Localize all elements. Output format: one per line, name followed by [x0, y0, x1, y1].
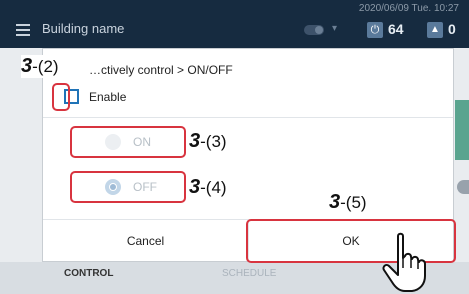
step-label-5: 3-(5): [329, 191, 367, 214]
chevron-down-icon[interactable]: ▾: [332, 23, 337, 34]
enable-label: Enable: [89, 90, 127, 104]
warning-icon: ▲: [427, 22, 443, 38]
step-suffix: -(5): [340, 193, 367, 212]
tab-control[interactable]: CONTROL: [64, 268, 113, 279]
warning-count: 0: [448, 21, 456, 37]
step-label-3: 3-(3): [189, 130, 227, 153]
toggle-icon[interactable]: [304, 25, 324, 35]
dialog-title: …ctively control > ON/OFF: [89, 63, 233, 77]
datetime: 2020/06/09 Tue. 10:27: [358, 3, 459, 14]
step-number: 3: [329, 191, 341, 213]
pointing-hand-icon: [382, 232, 426, 292]
side-panel-strip: [455, 100, 469, 160]
hamburger-menu-icon[interactable]: [16, 24, 30, 36]
step-label-2: 3-(2): [21, 55, 61, 78]
highlight-on-option: [70, 126, 186, 158]
step-label-4: 3-(4): [189, 176, 227, 199]
tab-schedule[interactable]: SCHEDULE: [222, 268, 276, 279]
on-count: 64: [388, 21, 404, 37]
step-suffix: -(4): [200, 178, 227, 197]
step-suffix: -(3): [200, 132, 227, 151]
step-number: 3: [21, 55, 33, 77]
top-bar: Building name 2020/06/09 Tue. 10:27 ▾ ⏻ …: [0, 0, 469, 48]
side-knob: [457, 180, 469, 194]
step-suffix: -(2): [32, 57, 59, 76]
divider: [43, 117, 453, 118]
highlight-off-option: [70, 171, 186, 203]
power-icon: ⏻: [367, 22, 383, 38]
highlight-enable-checkbox: [52, 83, 70, 111]
step-number: 3: [189, 130, 201, 152]
cancel-button[interactable]: Cancel: [43, 220, 248, 262]
building-name[interactable]: Building name: [42, 21, 124, 36]
step-number: 3: [189, 176, 201, 198]
